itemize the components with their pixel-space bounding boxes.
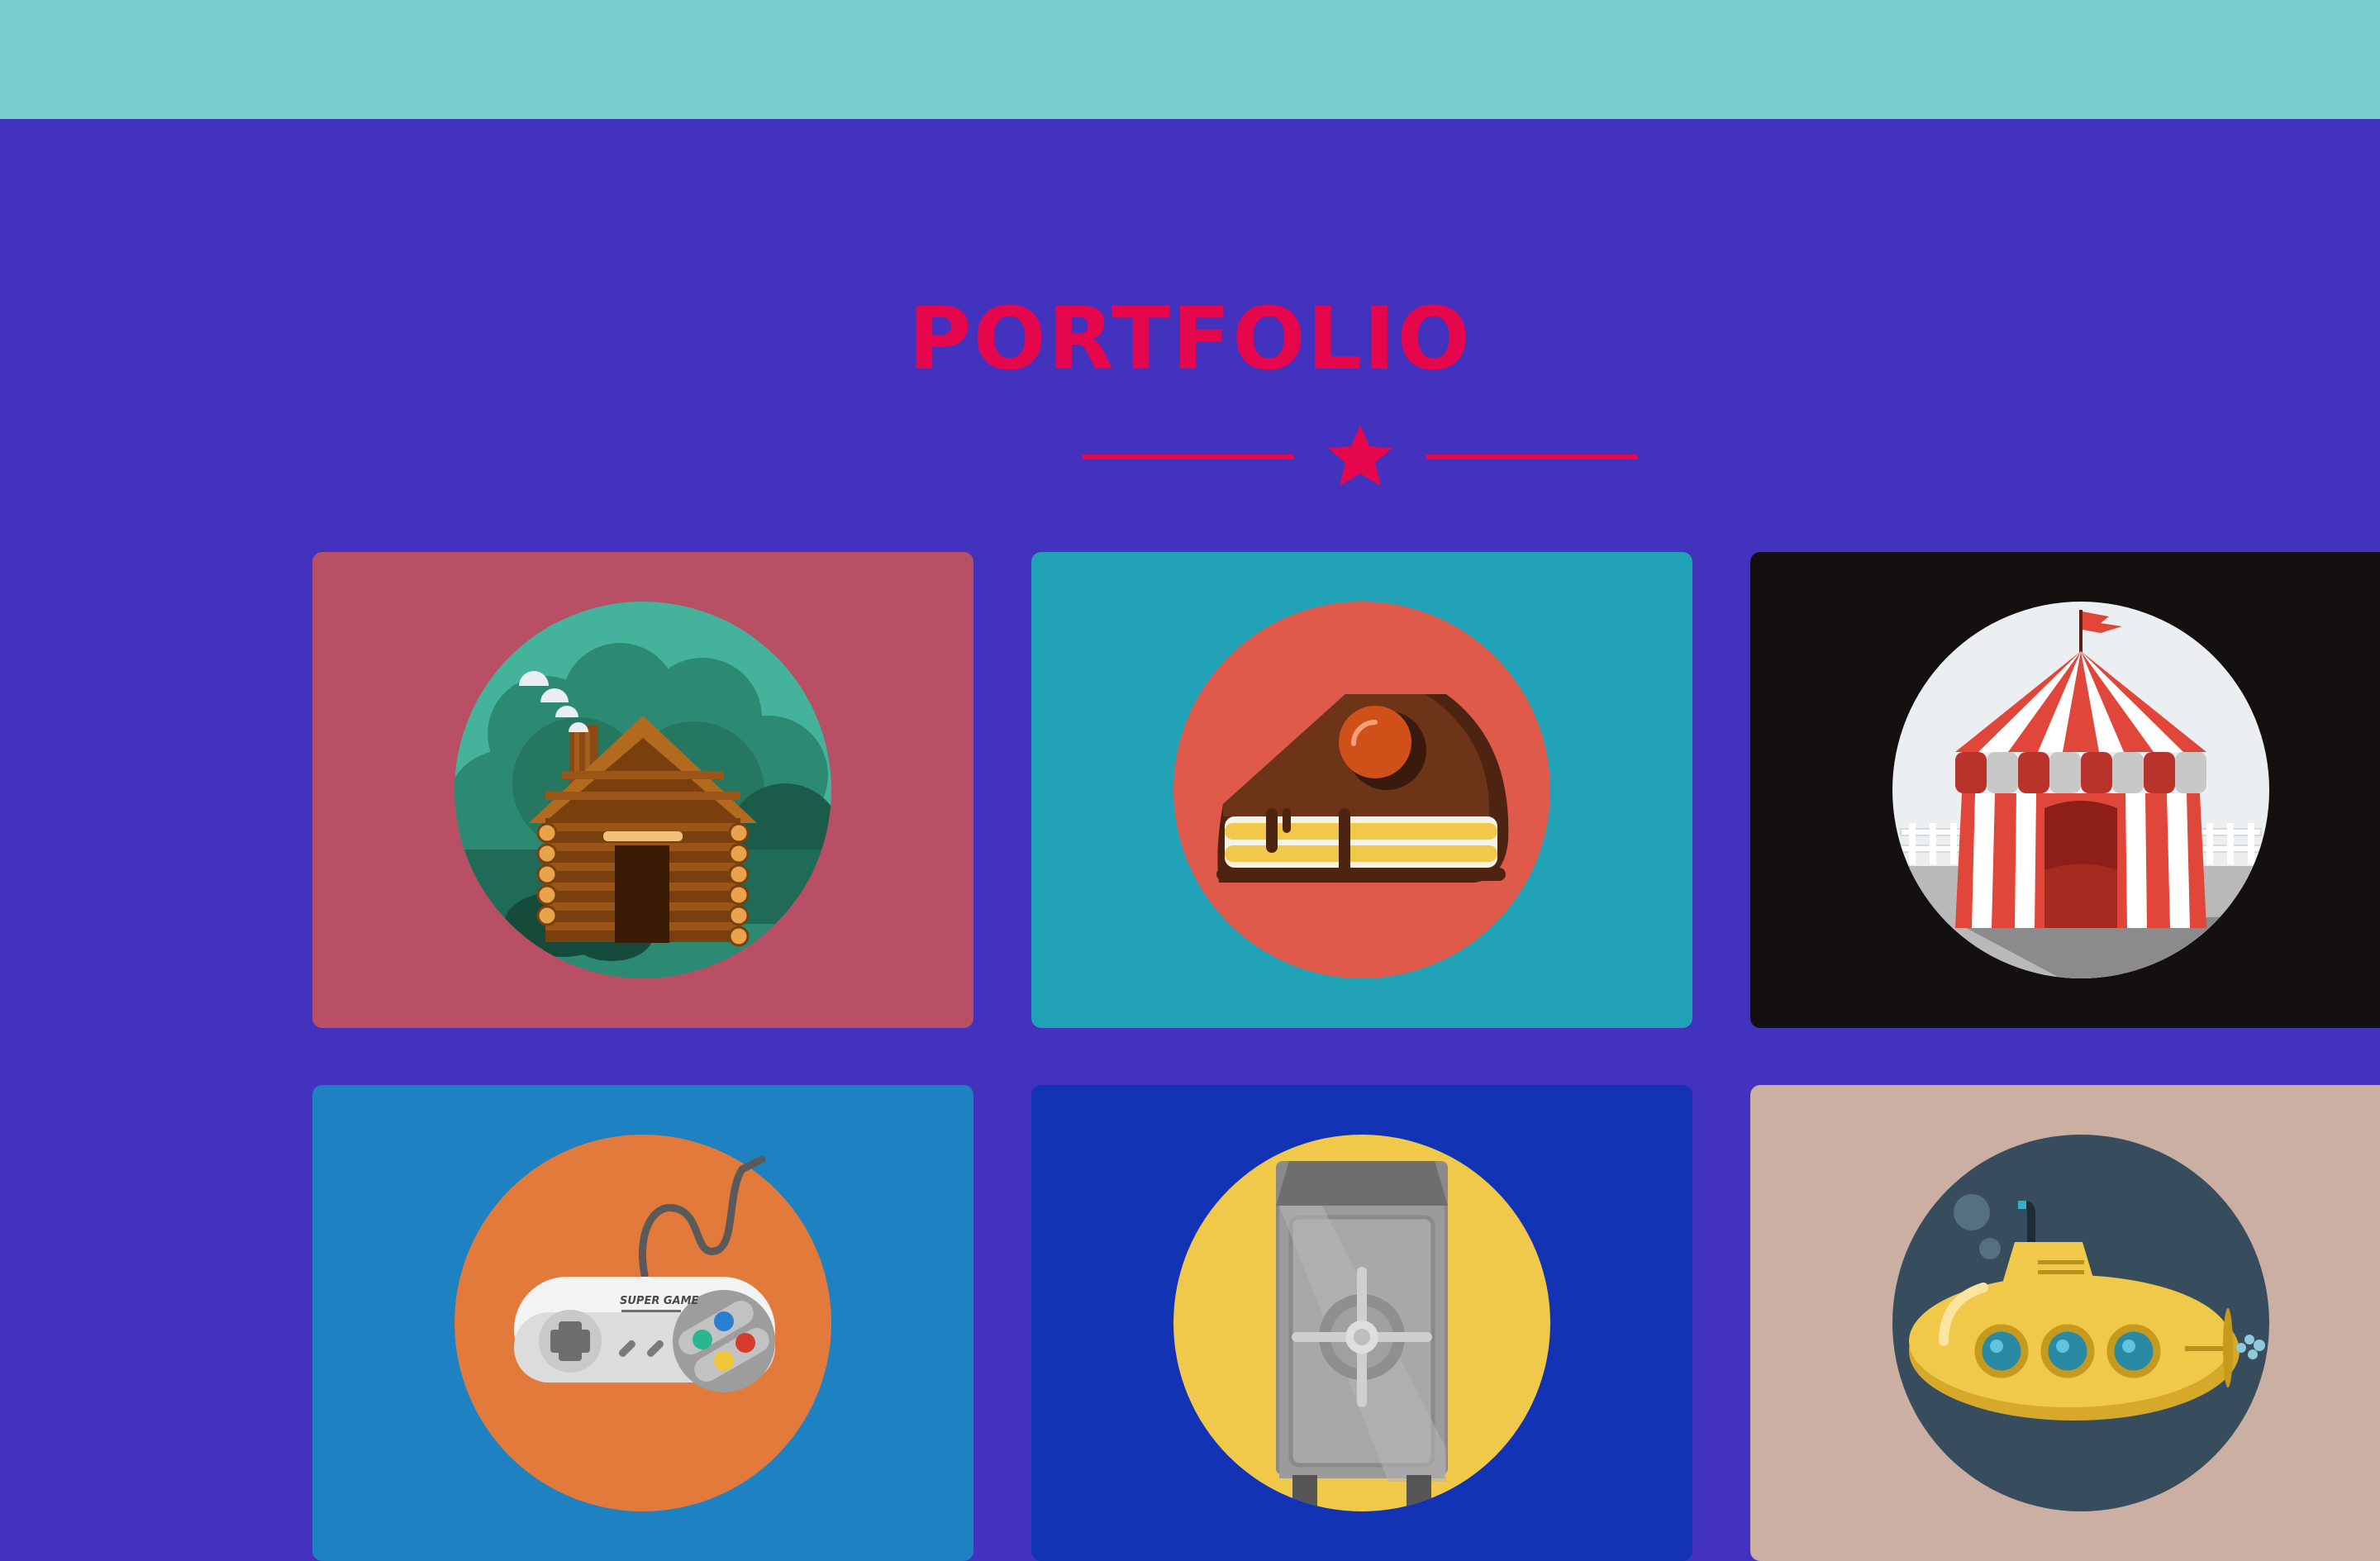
portfolio-item-cake[interactable] bbox=[1031, 552, 1692, 1028]
divider-line-right bbox=[1426, 454, 1638, 459]
portfolio-item-safe[interactable] bbox=[1031, 1085, 1692, 1561]
submarine-icon bbox=[1892, 1135, 2269, 1511]
portfolio-item-submarine[interactable] bbox=[1750, 1085, 2380, 1561]
star-icon bbox=[1328, 425, 1392, 486]
portfolio-item-cabin[interactable] bbox=[312, 552, 973, 1028]
portfolio-item-controller[interactable]: SUPER GAME bbox=[312, 1085, 973, 1561]
log-cabin-icon bbox=[455, 602, 831, 978]
portfolio-item-circus[interactable] bbox=[1750, 552, 2380, 1028]
cake-slice-icon bbox=[1173, 602, 1550, 978]
divider-line-left bbox=[1083, 454, 1294, 459]
controller-label: SUPER GAME bbox=[620, 1295, 699, 1307]
safe-icon bbox=[1173, 1135, 1550, 1511]
top-bar bbox=[0, 0, 2380, 119]
divider bbox=[1083, 425, 1638, 486]
circus-tent-icon bbox=[1892, 602, 2269, 978]
game-controller-icon: SUPER GAME bbox=[455, 1135, 831, 1511]
page-title: PORTFOLIO bbox=[908, 288, 1472, 389]
